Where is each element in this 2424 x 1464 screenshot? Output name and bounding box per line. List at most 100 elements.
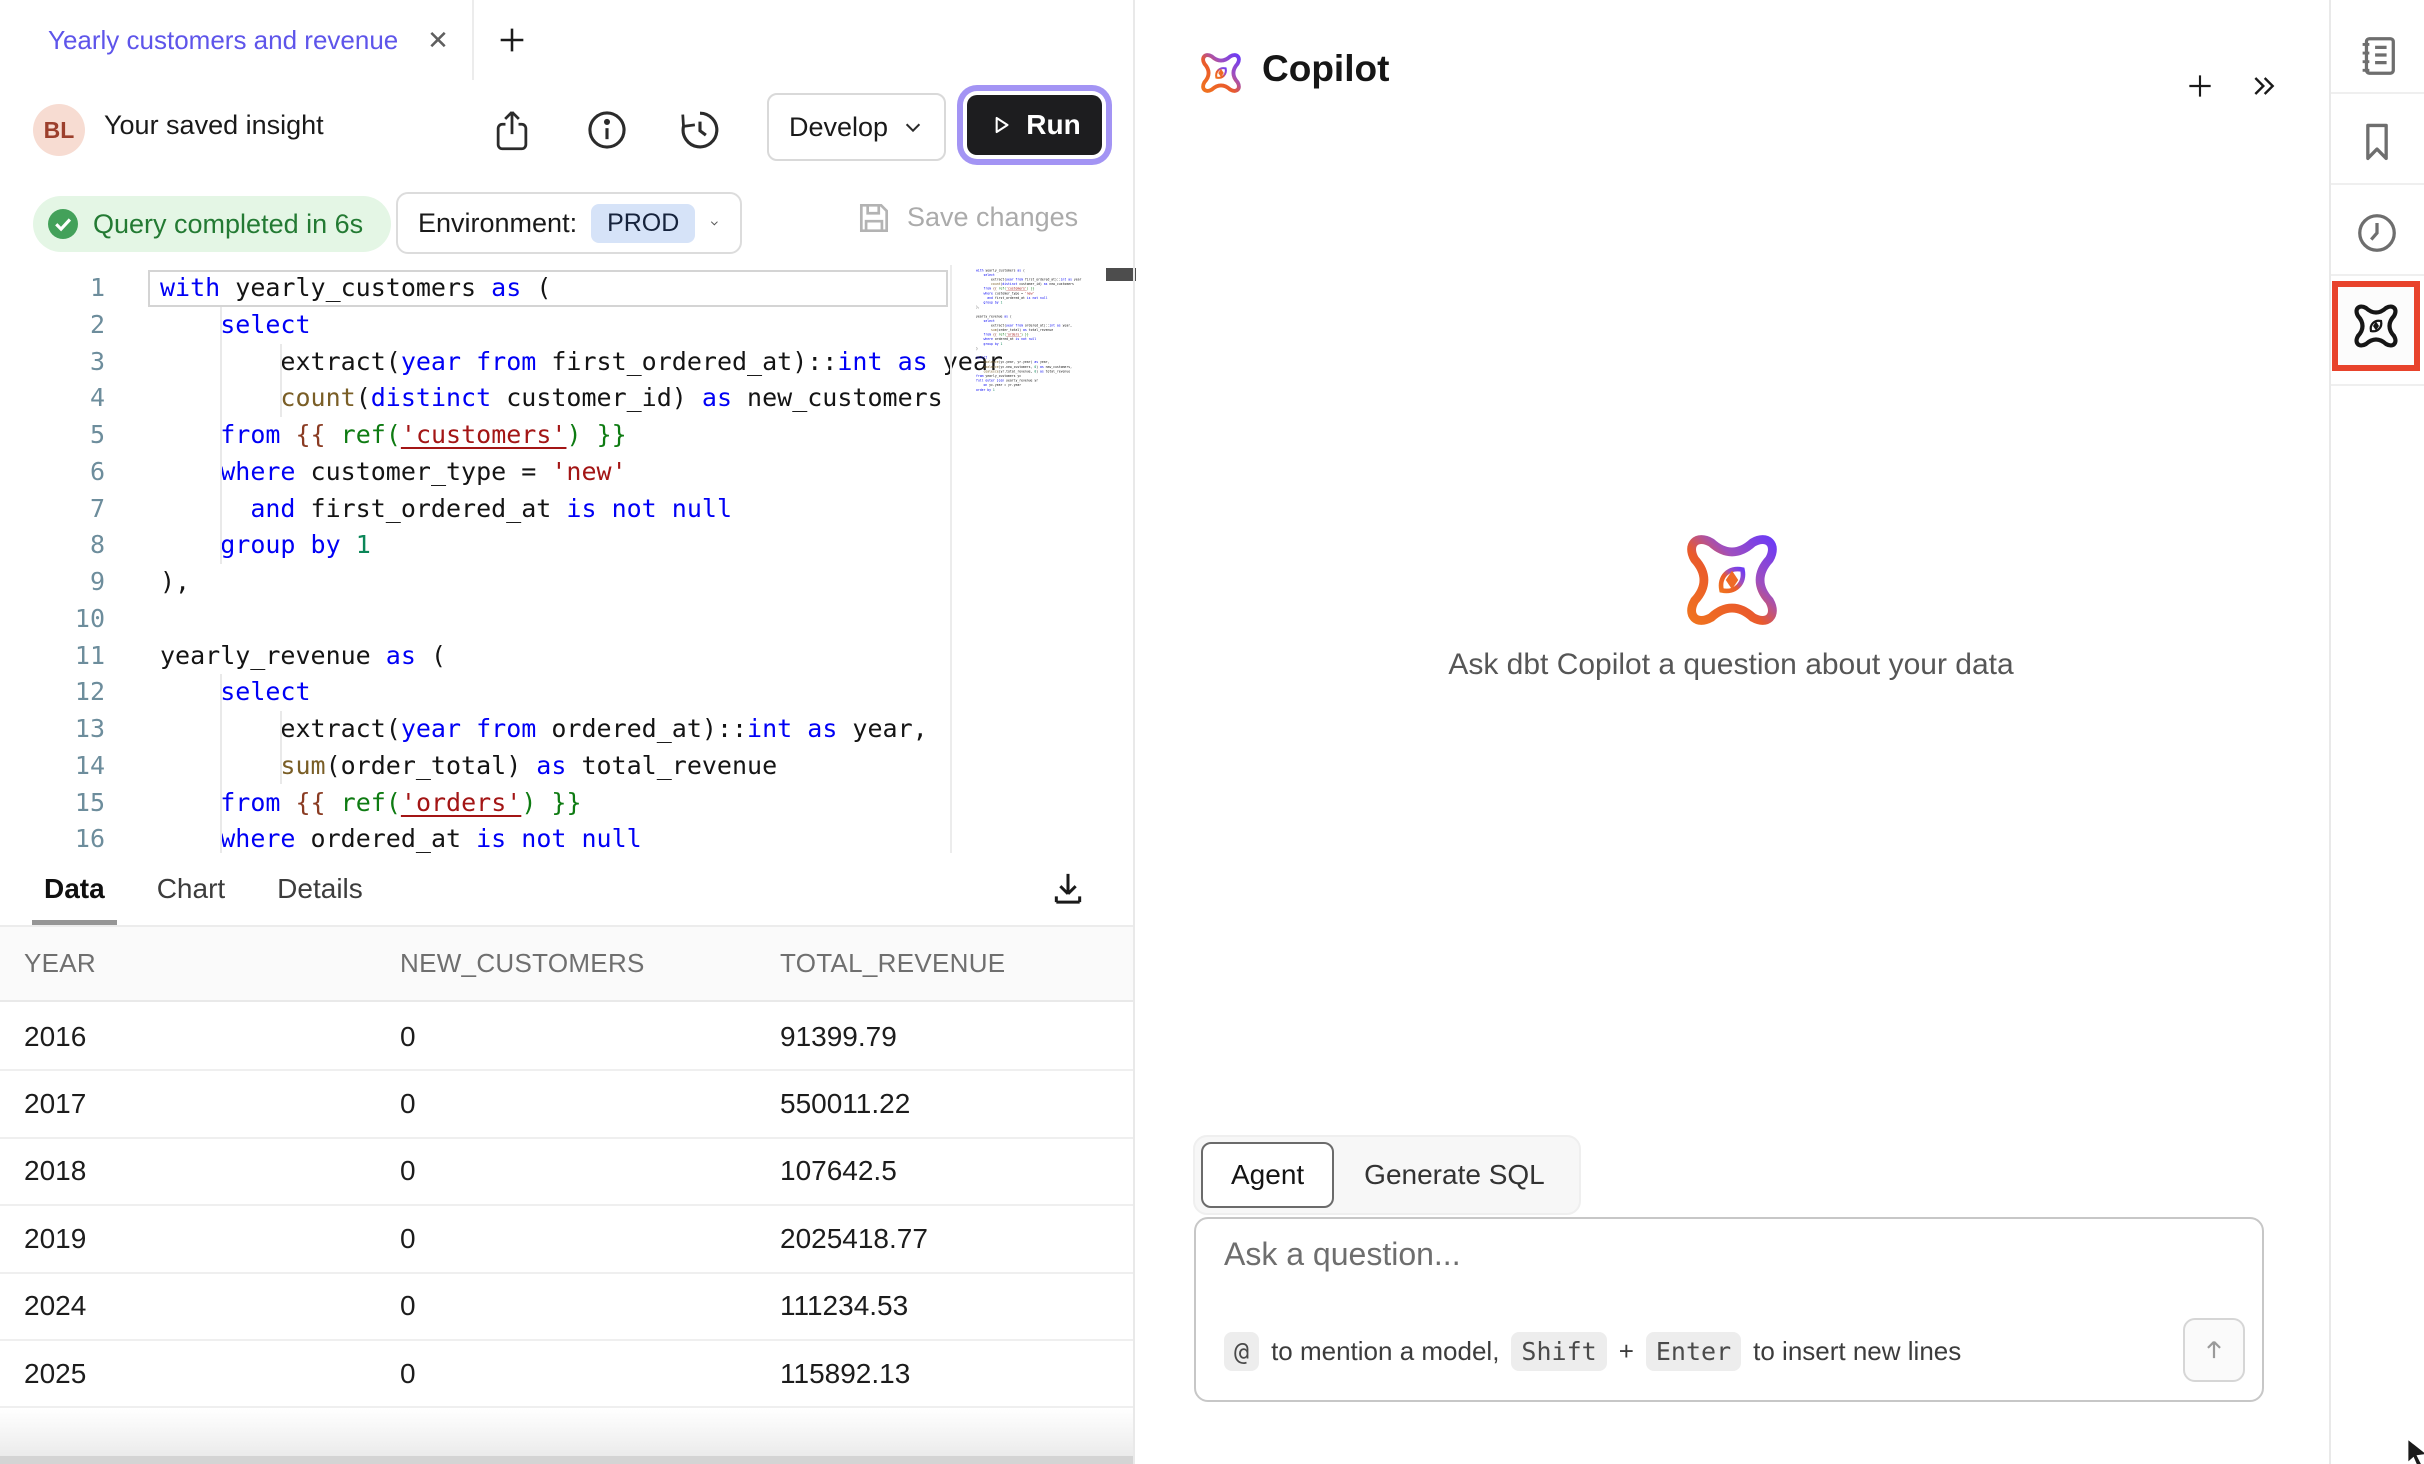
history-icon bbox=[678, 108, 722, 152]
table-cell: 0 bbox=[400, 1290, 780, 1322]
column-header: YEAR bbox=[24, 948, 400, 979]
line-number: 14 bbox=[0, 748, 105, 785]
editor-minimap[interactable]: with yearly_customers as ( select extrac… bbox=[976, 268, 1106, 852]
table-row[interactable]: 2016091399.79 bbox=[0, 1004, 1133, 1071]
chevron-down-icon bbox=[902, 116, 924, 138]
copilot-mode-generate-sql[interactable]: Generate SQL bbox=[1336, 1144, 1573, 1206]
table-cell: 2016 bbox=[24, 1021, 400, 1053]
develop-label: Develop bbox=[789, 112, 888, 143]
line-number: 12 bbox=[0, 674, 105, 711]
check-circle-icon bbox=[45, 206, 81, 242]
bottom-scrollbar[interactable] bbox=[0, 1456, 1133, 1464]
share-button[interactable] bbox=[486, 104, 538, 156]
clock-icon bbox=[2354, 210, 2400, 256]
results-tab-bar: Data Chart Details bbox=[0, 853, 1133, 925]
table-cell: 550011.22 bbox=[780, 1088, 1133, 1120]
line-number: 8 bbox=[0, 527, 105, 564]
arrow-up-icon bbox=[2200, 1336, 2228, 1364]
table-cell: 2019 bbox=[24, 1223, 400, 1255]
code-line[interactable]: 8 group by 1 bbox=[0, 527, 950, 564]
develop-dropdown[interactable]: Develop bbox=[767, 93, 946, 161]
indent-guide bbox=[220, 307, 222, 564]
code-line[interactable]: 16 where ordered_at is not null bbox=[0, 821, 950, 853]
environment-label: Environment: bbox=[418, 208, 577, 239]
code-line[interactable]: 6 where customer_type = 'new' bbox=[0, 454, 950, 491]
line-number: 9 bbox=[0, 564, 105, 601]
results-tab-details[interactable]: Details bbox=[277, 853, 363, 925]
code-line[interactable]: 14 sum(order_total) as total_revenue bbox=[0, 748, 950, 785]
line-number: 4 bbox=[0, 380, 105, 417]
share-icon bbox=[492, 108, 532, 152]
table-row[interactable]: 20240111234.53 bbox=[0, 1274, 1133, 1341]
hint-plus-text: + bbox=[1619, 1336, 1634, 1367]
table-cell: 2025418.77 bbox=[780, 1223, 1133, 1255]
rail-divider bbox=[2331, 183, 2424, 185]
table-cell: 111234.53 bbox=[780, 1290, 1133, 1322]
panel-divider[interactable] bbox=[1133, 0, 1135, 1464]
save-icon bbox=[855, 199, 893, 237]
tab-yearly-customers-and-revenue[interactable]: Yearly customers and revenue bbox=[48, 0, 398, 80]
code-line[interactable]: 3 extract(year from first_ordered_at)::i… bbox=[0, 344, 950, 381]
sidebar-item-copilot-active[interactable] bbox=[2332, 281, 2420, 371]
code-line[interactable]: 11yearly_revenue as ( bbox=[0, 638, 950, 675]
download-results-button[interactable] bbox=[1040, 860, 1096, 916]
input-hint-row: @ to mention a model, Shift + Enter to i… bbox=[1224, 1332, 1961, 1371]
table-cell: 91399.79 bbox=[780, 1021, 1133, 1053]
table-cell: 2025 bbox=[24, 1358, 400, 1390]
save-changes-button[interactable]: Save changes bbox=[855, 170, 1078, 265]
copilot-new-chat-button[interactable] bbox=[2176, 62, 2224, 110]
table-body: 2016091399.7920170550011.2220180107642.5… bbox=[0, 1004, 1133, 1408]
table-cell: 2017 bbox=[24, 1088, 400, 1120]
results-tab-chart[interactable]: Chart bbox=[157, 853, 225, 925]
code-line[interactable]: 5 from {{ ref('customers') }} bbox=[0, 417, 950, 454]
table-row[interactable]: 20180107642.5 bbox=[0, 1139, 1133, 1206]
line-number: 15 bbox=[0, 785, 105, 822]
code-line[interactable]: 2 select bbox=[0, 307, 950, 344]
sql-code-editor[interactable]: 1with yearly_customers as (2 select3 ext… bbox=[0, 265, 1133, 853]
rail-divider bbox=[2331, 92, 2424, 94]
run-button[interactable]: Run bbox=[967, 95, 1102, 155]
code-line[interactable]: 13 extract(year from ordered_at)::int as… bbox=[0, 711, 950, 748]
environment-selector[interactable]: Environment: PROD bbox=[396, 192, 742, 254]
table-cell: 2024 bbox=[24, 1290, 400, 1322]
query-status-pill: Query completed in 6s bbox=[33, 196, 391, 252]
sidebar-item-history[interactable] bbox=[2329, 196, 2424, 270]
table-cell: 0 bbox=[400, 1088, 780, 1120]
line-number: 2 bbox=[0, 307, 105, 344]
code-line[interactable]: 15 from {{ ref('orders') }} bbox=[0, 785, 950, 822]
new-tab-button[interactable] bbox=[492, 20, 532, 60]
code-lines: 1with yearly_customers as (2 select3 ext… bbox=[0, 270, 950, 853]
copilot-mode-agent[interactable]: Agent bbox=[1201, 1142, 1334, 1208]
copilot-panel-title: Copilot bbox=[1262, 48, 1389, 90]
sidebar-item-notebook[interactable] bbox=[2329, 18, 2424, 92]
line-number: 6 bbox=[0, 454, 105, 491]
table-row[interactable]: 201902025418.77 bbox=[0, 1206, 1133, 1273]
copilot-empty-state-text: Ask dbt Copilot a question about your da… bbox=[1133, 648, 2329, 682]
code-line[interactable]: 12 select bbox=[0, 674, 950, 711]
table-row[interactable]: 20170550011.22 bbox=[0, 1071, 1133, 1138]
sidebar-item-bookmarks[interactable] bbox=[2329, 104, 2424, 178]
code-line[interactable]: 10 bbox=[0, 601, 950, 638]
info-button[interactable] bbox=[581, 104, 633, 156]
line-number: 5 bbox=[0, 417, 105, 454]
code-line[interactable]: 4 count(distinct customer_id) as new_cus… bbox=[0, 380, 950, 417]
notebook-icon bbox=[2354, 32, 2400, 78]
table-cell: 107642.5 bbox=[780, 1155, 1133, 1187]
editor-scrollbar-thumb[interactable] bbox=[1106, 268, 1136, 281]
table-cell: 0 bbox=[400, 1223, 780, 1255]
code-line[interactable]: 7 and first_ordered_at is not null bbox=[0, 491, 950, 528]
avatar[interactable]: BL bbox=[33, 104, 85, 156]
table-footer bbox=[0, 1409, 1133, 1456]
code-line[interactable]: 1with yearly_customers as ( bbox=[0, 270, 950, 307]
download-icon bbox=[1048, 868, 1088, 908]
environment-value-badge: PROD bbox=[591, 204, 695, 243]
indent-guide bbox=[280, 344, 282, 417]
copilot-collapse-button[interactable] bbox=[2240, 62, 2288, 110]
tab-divider bbox=[472, 0, 474, 80]
tab-close-icon[interactable]: ✕ bbox=[420, 22, 456, 58]
send-question-button[interactable] bbox=[2183, 1318, 2245, 1382]
results-tab-data[interactable]: Data bbox=[44, 853, 105, 925]
code-line[interactable]: 9), bbox=[0, 564, 950, 601]
history-button[interactable] bbox=[674, 104, 726, 156]
table-row[interactable]: 20250115892.13 bbox=[0, 1341, 1133, 1408]
